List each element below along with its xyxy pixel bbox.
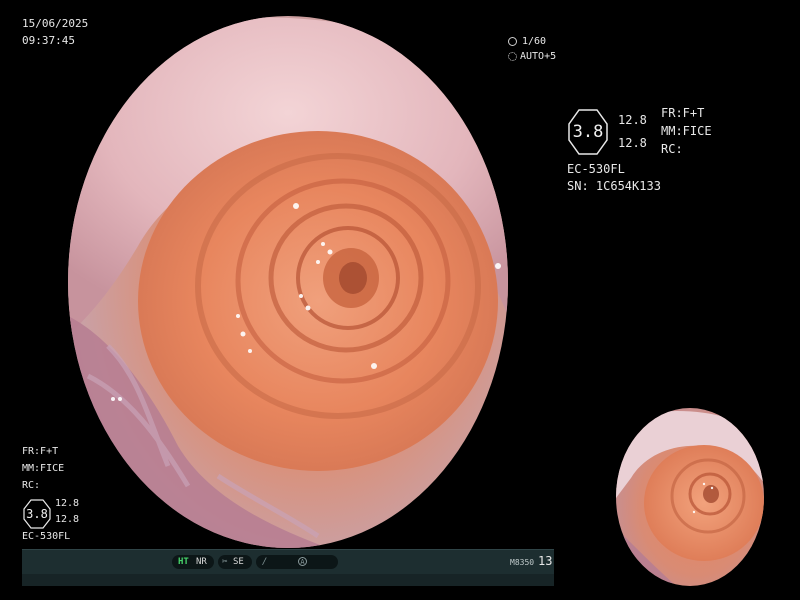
serial-number-text: SN: 1C654K133 — [567, 179, 661, 193]
enhancement-value-left: 3.8 — [26, 507, 48, 521]
param-value-top-left: 12.8 — [55, 498, 80, 509]
function-pill: ∕ A — [256, 555, 338, 569]
frame-mode-text-left: FR:F+T — [22, 446, 59, 457]
image-count-text: 13 — [538, 554, 553, 568]
shutter-speed-text: 1/60 — [522, 36, 547, 47]
scope-model-text-left: EC-530FL — [22, 531, 71, 542]
status-bar: HT NR ✂ SE ∕ A M8350 13 — [22, 549, 554, 586]
ht-nr-pill: HT NR — [172, 555, 214, 569]
enhancement-level-badge: 3.8 — [567, 108, 609, 156]
iris-icon — [508, 52, 517, 61]
endoscope-image — [68, 16, 508, 548]
multi-mode-text-left: MM:FICE — [22, 463, 65, 474]
se-pill: ✂ SE — [218, 555, 252, 569]
nr-indicator: NR — [196, 557, 207, 567]
rc-text: RC: — [661, 142, 683, 156]
endoscope-pip-image — [616, 408, 764, 586]
auto-exposure-text: AUTO+5 — [520, 51, 557, 62]
enhancement-value: 3.8 — [572, 122, 604, 142]
circle-a-icon: A — [298, 557, 307, 566]
camera-shutter-icon — [508, 37, 517, 46]
frame-mode-text: FR:F+T — [661, 106, 705, 120]
lightning-icon: ∕ — [262, 557, 268, 567]
processor-model-text: M8350 — [510, 558, 535, 567]
param-value-bottom-left: 12.8 — [55, 514, 80, 525]
scope-model-text: EC-530FL — [567, 162, 625, 176]
rc-text-left: RC: — [22, 480, 41, 491]
scissor-icon: ✂ — [222, 557, 228, 567]
endoscope-main-view — [68, 16, 508, 548]
se-indicator: SE — [233, 557, 244, 567]
enhancement-level-badge-left: 3.8 — [23, 499, 51, 529]
time-text: 09:37:45 — [22, 34, 75, 47]
multi-mode-text: MM:FICE — [661, 124, 712, 138]
param-value-bottom: 12.8 — [618, 136, 647, 150]
ht-indicator: HT — [178, 557, 189, 567]
endoscope-pip-view — [616, 408, 764, 586]
param-value-top: 12.8 — [618, 113, 647, 127]
date-text: 15/06/2025 — [22, 17, 89, 30]
status-row: HT NR ✂ SE ∕ A M8350 13 — [22, 552, 554, 572]
status-bar-lower — [22, 574, 554, 586]
